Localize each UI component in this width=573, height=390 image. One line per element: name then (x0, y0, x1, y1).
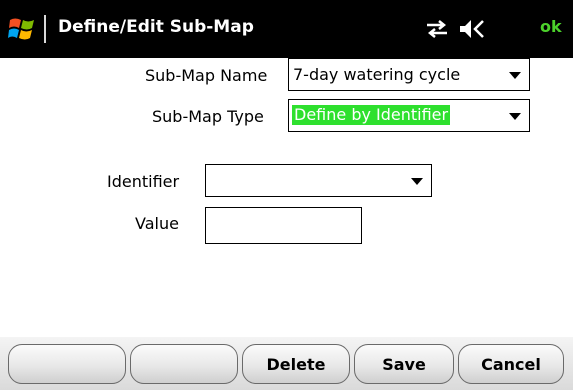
submap-name-label: Sub-Map Name (145, 66, 268, 85)
chevron-down-icon (411, 178, 423, 185)
windows-flag-icon[interactable] (8, 16, 36, 42)
identifier-dropdown[interactable] (205, 164, 432, 197)
blank-softkey-2[interactable] (130, 344, 238, 384)
value-label: Value (135, 214, 179, 233)
submap-type-value: Define by Identifier (292, 105, 451, 125)
chevron-down-icon (509, 72, 521, 79)
cancel-button[interactable]: Cancel (458, 344, 564, 384)
ok-button[interactable]: ok (540, 17, 562, 36)
value-input[interactable] (205, 207, 362, 244)
title-bar: Define/Edit Sub-Map ok (0, 0, 573, 58)
page-title: Define/Edit Sub-Map (58, 17, 254, 37)
submap-type-label: Sub-Map Type (152, 107, 264, 126)
identifier-label: Identifier (107, 172, 180, 191)
save-button[interactable]: Save (354, 344, 454, 384)
submap-type-dropdown[interactable]: Define by Identifier (288, 99, 530, 132)
volume-icon[interactable] (459, 17, 485, 41)
soft-key-bar: Delete Save Cancel (0, 337, 573, 390)
connectivity-arrows-icon[interactable] (425, 20, 449, 38)
blank-softkey-1[interactable] (8, 344, 126, 384)
title-separator (44, 15, 46, 43)
submap-name-value: 7-day watering cycle (293, 65, 461, 84)
delete-button[interactable]: Delete (242, 344, 350, 384)
submap-name-dropdown[interactable]: 7-day watering cycle (288, 58, 530, 91)
chevron-down-icon (509, 113, 521, 120)
